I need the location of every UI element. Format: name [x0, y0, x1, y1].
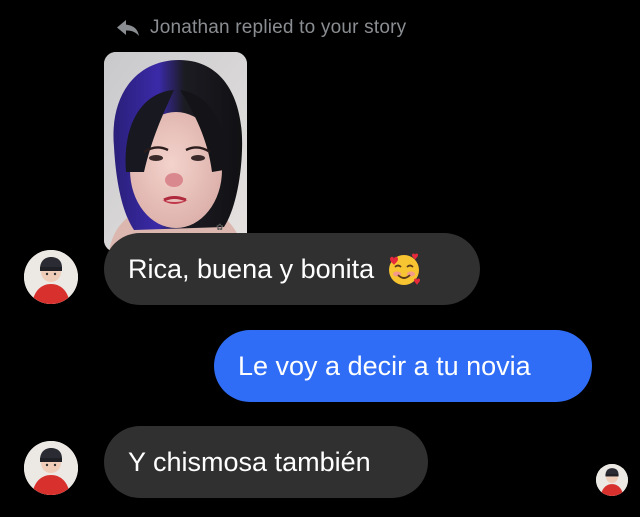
- reply-arrow-icon: [116, 19, 140, 37]
- story-reply-header: Jonathan replied to your story: [116, 14, 406, 42]
- story-reply-text: Jonathan replied to your story: [150, 17, 407, 38]
- smiling-face-with-hearts-icon: [386, 251, 422, 287]
- svg-text:✿: ✿: [216, 223, 224, 233]
- message-text: Y chismosa también: [128, 446, 371, 477]
- message-bubble-received[interactable]: Rica, buena y bonita: [104, 233, 480, 305]
- story-thumbnail[interactable]: ✿: [104, 52, 247, 252]
- sender-avatar[interactable]: [24, 441, 78, 495]
- message-bubble-received[interactable]: Y chismosa también: [104, 426, 428, 498]
- message-text: Rica, buena y bonita: [128, 253, 375, 284]
- message-bubble-sent[interactable]: Le voy a decir a tu novia: [214, 330, 592, 402]
- sender-avatar[interactable]: [24, 250, 78, 304]
- seen-receipt-avatar: [596, 464, 628, 496]
- message-text: Le voy a decir a tu novia: [238, 350, 531, 381]
